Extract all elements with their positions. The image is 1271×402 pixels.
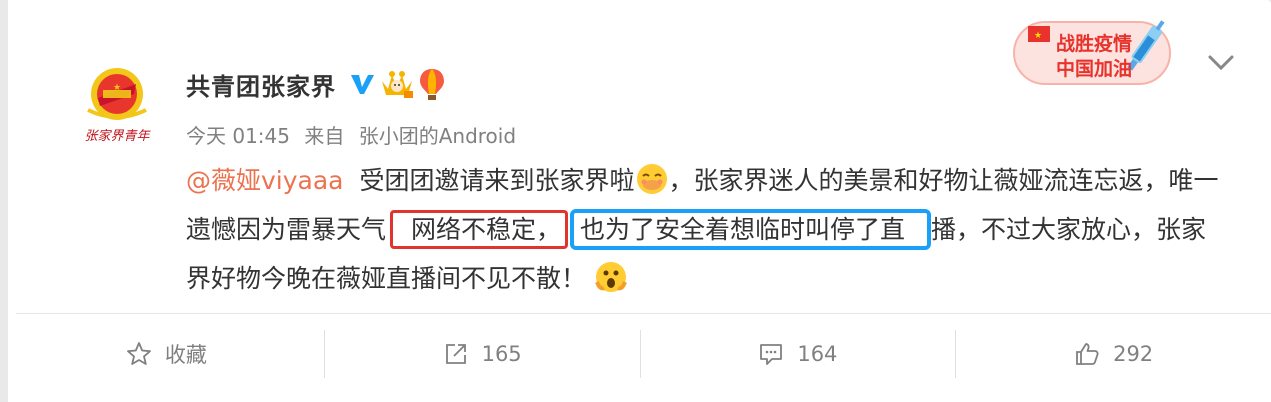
svg-text:★: ★: [113, 83, 121, 93]
source-prefix: 来自: [304, 124, 345, 148]
surprised-face-emoji-icon: [595, 262, 627, 292]
like-count: 292: [1113, 342, 1154, 366]
post-text: @薇娅viyaaa 受团团邀请来到张家界啦 ，张家界迷人的美景和好物让薇娅流连忘返…: [186, 156, 1226, 303]
post-source[interactable]: 张小团的Android: [359, 124, 516, 148]
comment-icon: [760, 344, 783, 365]
mention-link[interactable]: @薇娅viyaaa: [186, 166, 344, 195]
author-row: 共青团张家界: [186, 64, 446, 104]
post-meta: 今天 01:45 来自 张小团的Android: [186, 120, 516, 149]
weibo-card: ★ 张家界青年 共青团张家界 今天 01:45 来自 张小团的Android @…: [8, 0, 1271, 402]
favorite-button[interactable]: 收藏: [8, 314, 324, 394]
badge-group: [348, 67, 446, 101]
favorite-label: 收藏: [164, 343, 207, 367]
verified-v-icon[interactable]: [348, 70, 376, 98]
sticker-line-2: 中国加油: [1056, 57, 1132, 80]
highlight-red-box: 网络不稳定，: [390, 210, 569, 249]
author-avatar[interactable]: ★ 张家界青年: [70, 54, 164, 150]
comment-button[interactable]: 164: [639, 314, 956, 394]
like-button[interactable]: 292: [955, 314, 1271, 394]
star-icon: [126, 342, 151, 365]
svg-text:★: ★: [1034, 31, 1042, 41]
fight-epidemic-sticker: ★ 战胜疫情 中国加油: [1013, 20, 1171, 85]
text-part-1: 受团团邀请来到张家界啦: [359, 166, 635, 195]
comment-count: 164: [797, 342, 838, 366]
action-bar: 收藏 165 164 292: [8, 314, 1271, 394]
post-time[interactable]: 今天 01:45: [186, 124, 290, 148]
repost-count: 165: [481, 342, 522, 366]
chevron-down-icon[interactable]: [1206, 50, 1236, 76]
avatar-caption: 张家界青年: [84, 128, 151, 144]
share-icon: [445, 344, 466, 364]
thumbs-up-icon: [1076, 343, 1099, 365]
repost-button[interactable]: 165: [323, 314, 640, 394]
author-name[interactable]: 共青团张家界: [186, 67, 336, 102]
shy-face-emoji-icon: [636, 164, 667, 194]
hot-air-balloon-icon[interactable]: [418, 67, 446, 101]
vip-crown-icon[interactable]: [380, 69, 414, 99]
highlight-blue-box: 也为了安全着想临时叫停了直: [570, 209, 932, 250]
sticker-line-1: 战胜疫情: [1056, 32, 1132, 55]
